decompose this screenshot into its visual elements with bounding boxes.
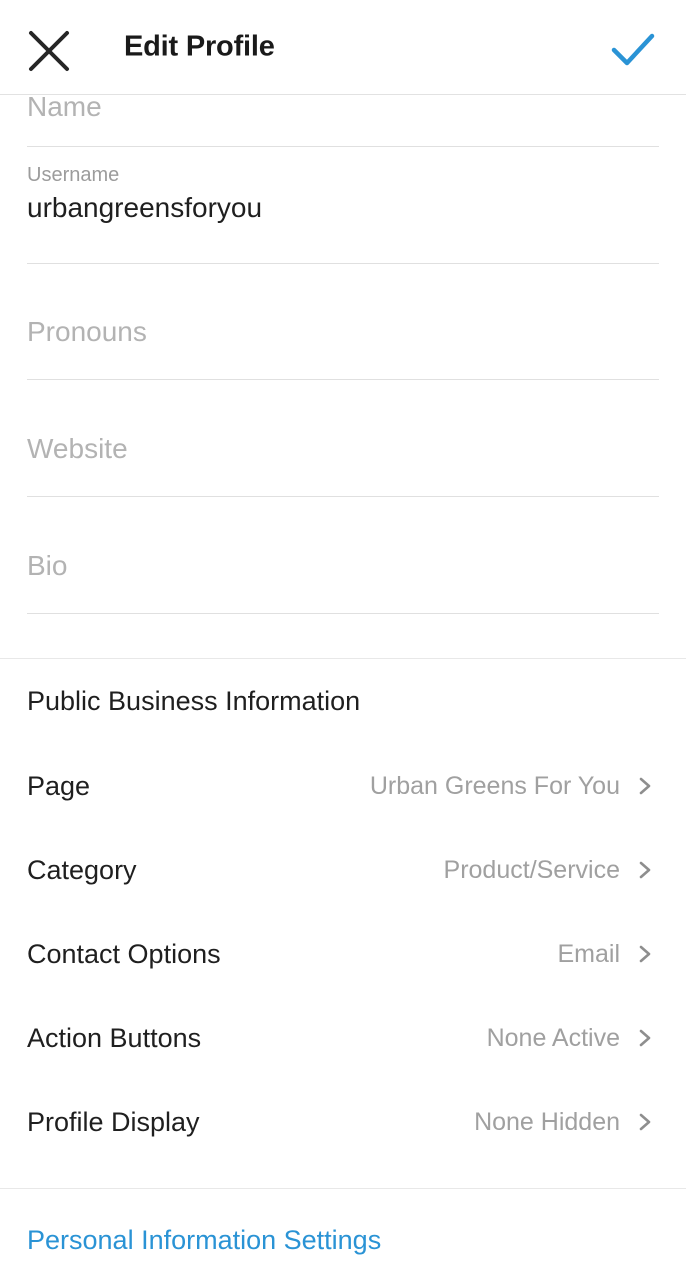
username-field[interactable]: Username urbangreensforyou xyxy=(27,164,659,264)
business-section-heading: Public Business Information xyxy=(27,686,361,716)
close-icon[interactable] xyxy=(20,24,78,78)
row-label: Action Buttons xyxy=(27,1022,202,1053)
website-field[interactable]: Website xyxy=(27,415,659,497)
username-field-label: Username xyxy=(27,164,120,186)
username-field-value: urbangreensforyou xyxy=(27,192,263,223)
pronouns-field-placeholder: Pronouns xyxy=(27,316,147,347)
business-row-profile-display[interactable]: Profile Display None Hidden xyxy=(0,1094,686,1150)
field-underline xyxy=(27,613,659,614)
row-value: Product/Service xyxy=(443,855,620,884)
business-row-page[interactable]: Page Urban Greens For You xyxy=(0,758,686,814)
business-row-action-buttons[interactable]: Action Buttons None Active xyxy=(0,1010,686,1066)
chevron-right-icon xyxy=(634,1027,656,1049)
chevron-right-icon xyxy=(634,859,656,881)
business-row-category[interactable]: Category Product/Service xyxy=(0,842,686,898)
row-label: Page xyxy=(27,770,91,801)
page-title: Edit Profile xyxy=(124,30,275,63)
row-label: Contact Options xyxy=(27,938,221,969)
pronouns-field[interactable]: Pronouns xyxy=(27,298,659,380)
checkmark-icon[interactable] xyxy=(604,22,662,76)
row-value: Email xyxy=(557,939,620,968)
field-underline xyxy=(27,263,659,264)
app-header: Edit Profile xyxy=(0,0,686,95)
business-row-contact-options[interactable]: Contact Options Email xyxy=(0,926,686,982)
section-divider xyxy=(0,658,686,659)
row-value: None Hidden xyxy=(474,1107,620,1136)
row-label: Category xyxy=(27,854,137,885)
website-field-placeholder: Website xyxy=(27,433,128,464)
row-label: Profile Display xyxy=(27,1106,200,1137)
personal-information-settings-link[interactable]: Personal Information Settings xyxy=(27,1225,381,1256)
field-underline xyxy=(27,379,659,380)
chevron-right-icon xyxy=(634,943,656,965)
name-field[interactable]: Name xyxy=(27,91,659,147)
field-underline xyxy=(27,146,659,147)
row-value: None Active xyxy=(486,1023,620,1052)
bio-field[interactable]: Bio xyxy=(27,532,659,614)
chevron-right-icon xyxy=(634,775,656,797)
chevron-right-icon xyxy=(634,1111,656,1133)
name-field-placeholder: Name xyxy=(27,91,102,122)
section-divider xyxy=(0,1188,686,1189)
field-underline xyxy=(27,496,659,497)
edit-profile-screen: Edit Profile Name Username urbangreensfo… xyxy=(0,0,686,1280)
bio-field-placeholder: Bio xyxy=(27,550,68,581)
row-value: Urban Greens For You xyxy=(369,771,620,800)
